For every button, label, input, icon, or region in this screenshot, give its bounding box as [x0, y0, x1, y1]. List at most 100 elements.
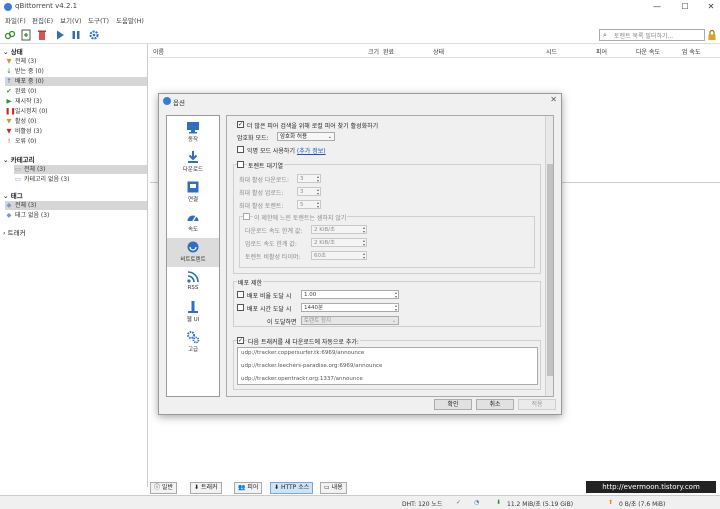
seeding-limits-label: 배포 제한 — [237, 278, 263, 287]
category-bittorrent[interactable]: 비트토렌트 — [167, 238, 219, 267]
inactivity-timer-input[interactable]: 60초 ▴ ▾ — [311, 251, 367, 260]
sidebar: ⌄ 상태 ▼ 전체 (3) ↓ 받는 중 (0) ↑ 배포 중 (0) ✔ 완료 (0)… — [0, 44, 148, 487]
tab-trackers[interactable]: ⬇ 트래커 — [190, 482, 222, 494]
category-filter-uncategorized[interactable]: ▭ 카테고리 없음 (3) — [14, 175, 147, 184]
ratio-limit-checkbox[interactable] — [237, 291, 244, 298]
max-active-torrents-input[interactable]: 5 ▴ ▾ — [297, 200, 321, 209]
dialog-close-button[interactable]: ✕ — [550, 95, 557, 104]
column-status[interactable]: 상태 — [433, 47, 444, 56]
more-info-link[interactable]: (추가 정보) — [297, 148, 326, 155]
category-downloads[interactable]: 다운로드 — [167, 148, 219, 177]
ul-rate-threshold-input[interactable]: 2 KiB/초 ▴ ▾ — [311, 238, 367, 247]
options-scrollbar[interactable] — [545, 116, 553, 396]
seeding-action-select[interactable]: 토렌트 정지 ⌄ — [301, 316, 399, 325]
max-active-downloads-label: 최대 활성 다운로드: — [239, 177, 289, 184]
minimize-button[interactable]: — — [648, 0, 666, 14]
column-down-speed[interactable]: 다운 속도 — [636, 47, 660, 56]
ok-button[interactable]: 확인 — [434, 399, 472, 410]
tag-section-header[interactable]: ⌄ 태그 — [3, 190, 23, 200]
anonymous-mode-checkbox[interactable] — [237, 146, 244, 153]
play-icon: ▶ — [6, 97, 12, 105]
dialog-title: 옵션 — [173, 99, 185, 107]
seed-time-label: 배포 시간 도달 시 — [247, 306, 292, 313]
chevron-down-icon: ⌄ — [391, 318, 396, 324]
column-peers[interactable]: 피어 — [596, 47, 607, 56]
seed-time-input[interactable]: 1440분 ▴ ▾ — [301, 303, 399, 312]
menu-file[interactable]: 파일(F) — [5, 15, 26, 25]
cancel-button[interactable]: 취소 — [476, 399, 514, 410]
add-trackers-label: 다음 트래커를 새 다운로드에 자동으로 추가: — [247, 337, 360, 346]
column-up-speed[interactable]: 업 속도 — [682, 47, 700, 56]
slow-torrents-label: 이 제한에 느린 토렌트는 셈하지 않기 — [253, 213, 348, 222]
scrollbar-thumb[interactable] — [547, 164, 553, 376]
apply-button[interactable]: 적용 — [518, 399, 556, 410]
tag-filter-untagged[interactable]: ◆ 태그 없음 (3) — [5, 211, 147, 220]
tab-content[interactable]: ▭ 내용 — [320, 482, 347, 494]
seed-time-checkbox[interactable] — [237, 304, 244, 311]
menu-help[interactable]: 도움말(H) — [116, 15, 144, 25]
resume-icon[interactable] — [54, 29, 66, 41]
max-active-downloads-input[interactable]: 3 ▴ ▾ — [297, 174, 321, 183]
lpd-checkbox[interactable]: ✓ — [237, 121, 244, 128]
tab-peers[interactable]: 👥 피어 — [234, 482, 263, 494]
status-filter-completed[interactable]: ✔ 완료 (0) — [5, 87, 147, 96]
encryption-mode-select[interactable]: 암호화 허용 ⌄ — [277, 132, 335, 141]
category-advanced[interactable]: 고급 — [167, 328, 219, 357]
menu-view[interactable]: 보기(V) — [60, 15, 81, 25]
add-file-icon[interactable] — [20, 29, 32, 41]
category-connection[interactable]: 연결 — [167, 178, 219, 207]
status-filter-all[interactable]: ▼ 전체 (3) — [5, 57, 147, 66]
max-active-uploads-input[interactable]: 3 ▴ ▾ — [297, 187, 321, 196]
tag-icon: ◆ — [6, 201, 12, 209]
tab-general[interactable]: ⓘ 일반 — [150, 482, 177, 494]
download-speed: 11.2 MiB/초 (5.19 GiB) — [507, 501, 574, 508]
trackers-textarea[interactable]: udp://tracker.coppersurfer.tk:6969/annou… — [237, 347, 538, 385]
column-name[interactable]: 이름 — [153, 47, 164, 56]
tag-filter-all[interactable]: ◆ 전체 (3) — [5, 201, 147, 210]
category-speed[interactable]: 속도 — [167, 208, 219, 237]
menu-tools[interactable]: 도구(T) — [88, 15, 109, 25]
tab-http-sources[interactable]: ⬇ HTTP 소스 — [270, 482, 314, 494]
error-icon: ! — [7, 137, 11, 145]
slow-torrents-checkbox[interactable] — [243, 213, 250, 220]
category-filter-all[interactable]: ▭ 전체 (3) — [14, 165, 147, 174]
ratio-limit-input[interactable]: 1.00 ▴ ▾ — [301, 290, 399, 299]
column-seeds[interactable]: 시드 — [546, 47, 557, 56]
add-trackers-checkbox[interactable]: ✓ — [237, 337, 244, 344]
tracker-section-header[interactable]: › 트래커 — [3, 227, 26, 237]
queueing-checkbox[interactable] — [237, 161, 244, 168]
dl-rate-threshold-input[interactable]: 2 KiB/초 ▴ ▾ — [311, 225, 367, 234]
status-filter-resumed[interactable]: ▶ 재시작 (3) — [5, 97, 147, 106]
add-link-icon[interactable] — [4, 29, 16, 41]
close-window-button[interactable]: ✕ — [702, 0, 720, 14]
category-rss[interactable]: RSS — [167, 268, 219, 297]
category-behavior[interactable]: 동작 — [167, 118, 219, 147]
lock-icon[interactable] — [706, 29, 718, 41]
column-size[interactable]: 크기 — [368, 47, 379, 56]
lpd-label: 더 많은 피어 검색을 위해 로컬 피어 찾기 활성화하기 — [247, 123, 379, 130]
download-arrow-icon: ↓ — [6, 67, 12, 75]
pause-icon[interactable] — [70, 29, 82, 41]
maximize-button[interactable]: ☐ — [676, 0, 694, 14]
connection-status-icon[interactable]: ✓ — [456, 499, 461, 506]
torrent-filter-input[interactable]: ⌕ 토렌트 목록 필터하기... — [599, 29, 705, 41]
options-icon[interactable] — [88, 29, 100, 41]
webui-icon — [188, 301, 198, 313]
status-filter-paused[interactable]: ❚❚일시정지 (0) — [5, 107, 147, 116]
status-section-header[interactable]: ⌄ 상태 — [3, 46, 23, 56]
tracker-line: udp://tracker.opentrackr.org:1337/announ… — [241, 376, 363, 382]
column-done[interactable]: 완료 — [383, 47, 394, 56]
status-filter-errored[interactable]: ! 오류 (0) — [5, 137, 147, 146]
status-filter-inactive[interactable]: ▼ 비활성 (3) — [5, 127, 147, 136]
anonymous-mode-label: 익명 모드 사용하기 (추가 정보) — [247, 148, 326, 155]
speed-limit-icon[interactable]: ◔ — [474, 499, 479, 506]
max-active-uploads-label: 최대 활성 업로드: — [239, 190, 284, 197]
status-filter-seeding[interactable]: ↑ 배포 중 (0) — [5, 77, 147, 86]
status-filter-active[interactable]: ▼ 활성 (0) — [5, 117, 147, 126]
status-filter-downloading[interactable]: ↓ 받는 중 (0) — [5, 67, 147, 76]
category-section-header[interactable]: ⌄ 카테고리 — [3, 154, 35, 164]
upload-speed: 0 B/초 (7.6 MiB) — [619, 501, 666, 508]
category-webui[interactable]: 웹 UI — [167, 298, 219, 327]
delete-icon[interactable] — [36, 29, 48, 41]
menu-edit[interactable]: 편집(E) — [32, 15, 53, 25]
